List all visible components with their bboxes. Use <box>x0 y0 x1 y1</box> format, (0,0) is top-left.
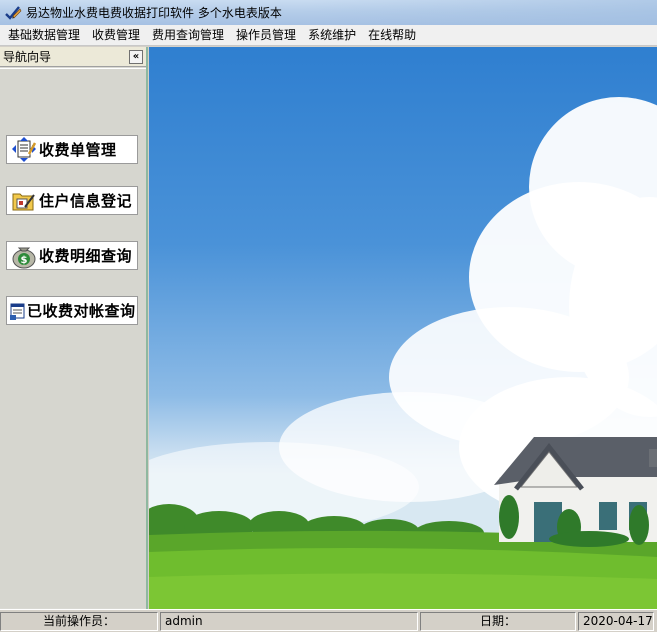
nav-header: 导航向导 « <box>0 47 146 67</box>
date-value: 2020-04-17 <box>578 611 654 631</box>
menu-system[interactable]: 系统维护 <box>302 25 362 46</box>
nav-title: 导航向导 <box>3 50 52 64</box>
document-window-icon <box>9 297 27 324</box>
document-arrows-icon <box>9 136 39 163</box>
menu-help[interactable]: 在线帮助 <box>362 25 422 46</box>
nav-body: 收费单管理 住户信息登记 $ 收费明细查询 已收费对帐查询 <box>0 68 146 608</box>
menu-fee-query[interactable]: 费用查询管理 <box>146 25 230 46</box>
pencil-check-icon <box>4 4 22 22</box>
operator-value: admin <box>160 611 418 631</box>
window-title: 易达物业水费电费收据打印软件 多个水电表版本 <box>26 6 282 20</box>
main-background-image <box>149 47 657 609</box>
menu-basic-data[interactable]: 基础数据管理 <box>2 25 86 46</box>
nav-button-label: 已收费对帐查询 <box>27 302 136 320</box>
collapse-button[interactable]: « <box>129 49 143 64</box>
title-bar-background <box>300 0 657 25</box>
nav-button-label: 收费单管理 <box>39 141 117 159</box>
nav-button-label: 收费明细查询 <box>39 247 133 265</box>
status-bar: 当前操作员： admin 日期： 2020-04-17 <box>0 609 657 632</box>
nav-button-resident-registration[interactable]: 住户信息登记 <box>6 186 138 215</box>
menu-charges[interactable]: 收费管理 <box>86 25 146 46</box>
money-bag-icon: $ <box>9 242 39 269</box>
navigation-panel: 导航向导 « 收费单管理 住户信息登记 $ 收费明细查询 已收费对帐查询 <box>0 47 148 609</box>
nav-button-receipt-management[interactable]: 收费单管理 <box>6 135 138 164</box>
title-bar: 易达物业水费电费收据打印软件 多个水电表版本 <box>0 0 657 25</box>
nav-button-reconciliation-query[interactable]: 已收费对帐查询 <box>6 296 138 325</box>
menu-operator[interactable]: 操作员管理 <box>230 25 302 46</box>
menu-bar: 基础数据管理 收费管理 费用查询管理 操作员管理 系统维护 在线帮助 <box>0 25 657 46</box>
svg-text:$: $ <box>21 255 28 266</box>
folder-edit-icon <box>9 187 39 214</box>
nav-button-charge-details-query[interactable]: $ 收费明细查询 <box>6 241 138 270</box>
nav-button-label: 住户信息登记 <box>39 192 133 210</box>
date-label: 日期： <box>420 611 576 631</box>
operator-label: 当前操作员： <box>0 611 158 631</box>
